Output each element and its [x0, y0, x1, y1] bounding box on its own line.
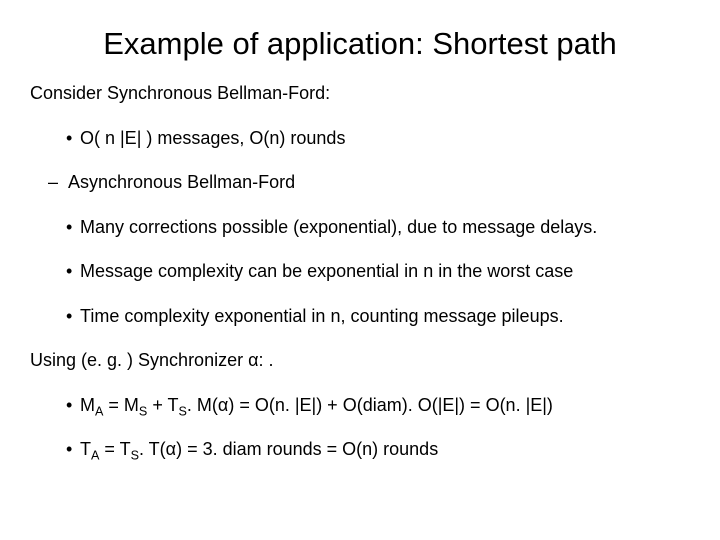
dash-item: –Asynchronous Bellman-Ford [48, 171, 690, 194]
bullet-item: •Message complexity can be exponential i… [66, 260, 690, 283]
bullet-text: Time complexity exponential in n, counti… [80, 306, 564, 326]
bullet-text: TA = TS. T(α) = 3. diam rounds = O(n) ro… [80, 439, 438, 459]
bullet-icon: • [66, 260, 80, 283]
bullet-icon: • [66, 438, 80, 461]
bullet-text: Many corrections possible (exponential),… [80, 217, 597, 237]
bullet-icon: • [66, 394, 80, 417]
bullet-item: •Many corrections possible (exponential)… [66, 216, 690, 239]
dash-text: Asynchronous Bellman-Ford [68, 172, 295, 192]
bullet-text: MA = MS + TS. M(α) = O(n. |E|) + O(diam)… [80, 395, 553, 415]
text-line: Using (e. g. ) Synchronizer α: . [30, 349, 690, 372]
bullet-icon: • [66, 216, 80, 239]
bullet-icon: • [66, 305, 80, 328]
slide: Example of application: Shortest path Co… [0, 0, 720, 540]
bullet-item: •Time complexity exponential in n, count… [66, 305, 690, 328]
bullet-item: •MA = MS + TS. M(α) = O(n. |E|) + O(diam… [66, 394, 690, 417]
text-line: Consider Synchronous Bellman-Ford: [30, 82, 690, 105]
bullet-item: •TA = TS. T(α) = 3. diam rounds = O(n) r… [66, 438, 690, 461]
slide-body: Consider Synchronous Bellman-Ford: •O( n… [0, 82, 720, 461]
bullet-item: •O( n |E| ) messages, O(n) rounds [66, 127, 690, 150]
dash-icon: – [48, 171, 68, 194]
bullet-icon: • [66, 127, 80, 150]
bullet-text: O( n |E| ) messages, O(n) rounds [80, 128, 345, 148]
bullet-text: Message complexity can be exponential in… [80, 261, 573, 281]
slide-title: Example of application: Shortest path [0, 0, 720, 82]
